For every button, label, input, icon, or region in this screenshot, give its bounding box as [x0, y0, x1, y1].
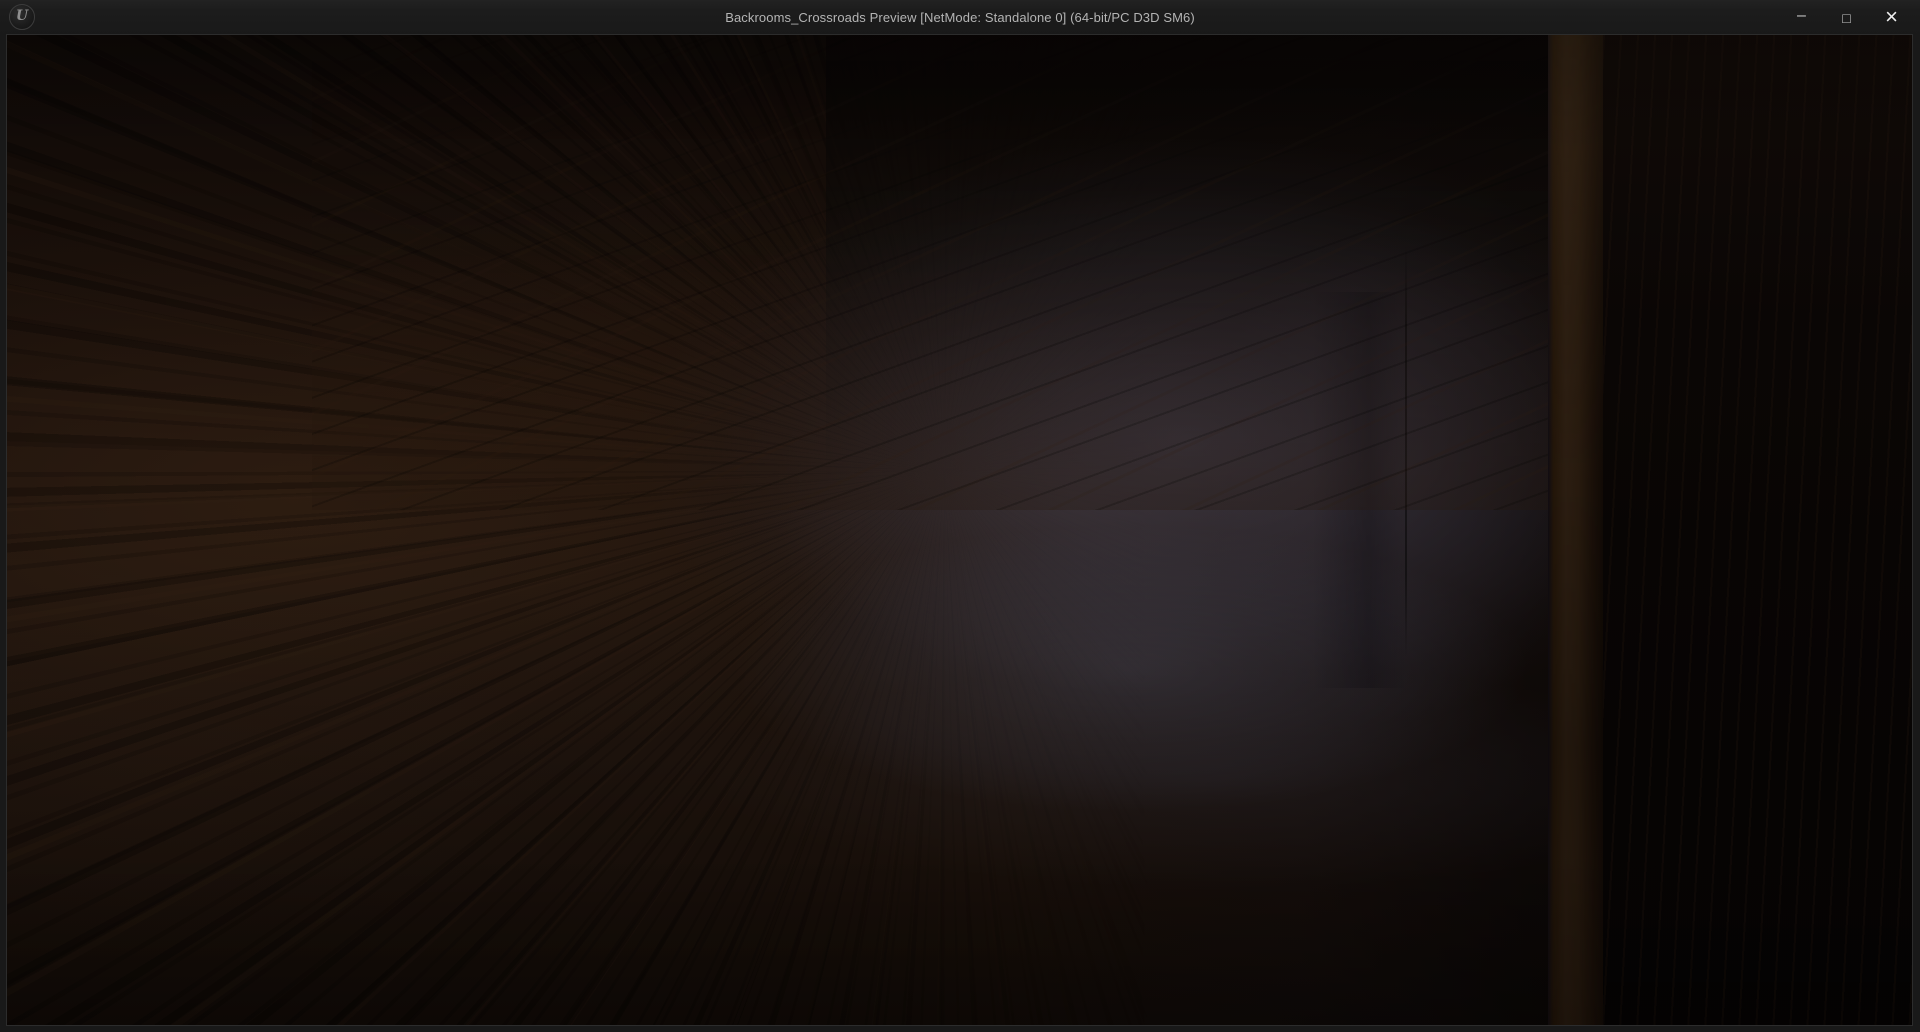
game-preview-window: U Backrooms_Crossroads Preview [NetMode:… [0, 0, 1920, 1032]
minimize-icon: – [1797, 6, 1806, 24]
titlebar[interactable]: U Backrooms_Crossroads Preview [NetMode:… [0, 0, 1920, 35]
minimize-button[interactable]: – [1779, 0, 1824, 35]
maximize-icon: □ [1842, 9, 1851, 26]
scene-vignette [7, 35, 1912, 1025]
close-button[interactable]: × [1869, 0, 1914, 35]
close-icon: × [1885, 3, 1898, 29]
window-controls: – □ × [1779, 0, 1914, 35]
window-title: Backrooms_Crossroads Preview [NetMode: S… [725, 10, 1195, 25]
unreal-engine-logo-icon: U [9, 4, 35, 30]
game-viewport[interactable] [6, 34, 1913, 1026]
maximize-button[interactable]: □ [1824, 0, 1869, 35]
unreal-logo-glyph: U [15, 8, 29, 24]
